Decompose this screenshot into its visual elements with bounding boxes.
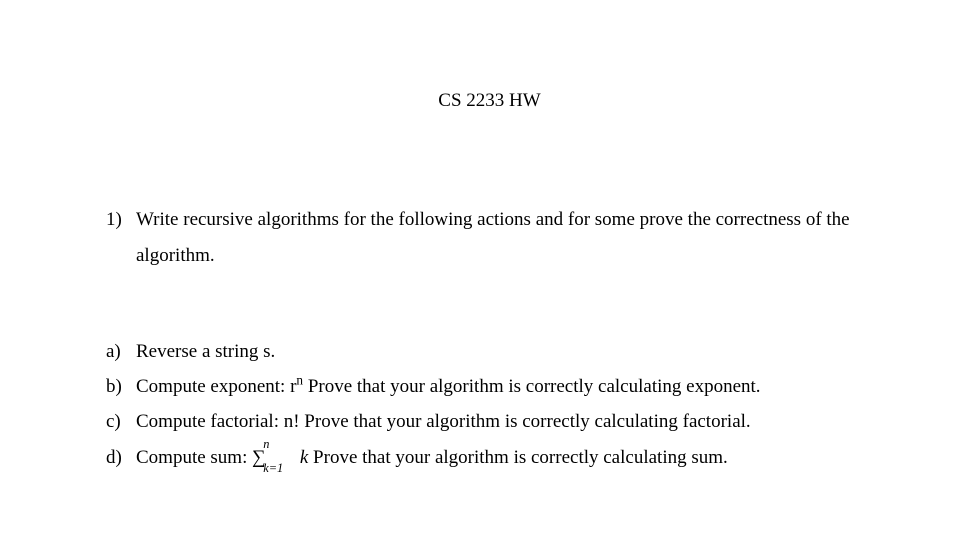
sub-item-b: b) Compute exponent: rn Prove that your … (100, 369, 879, 404)
sub-label: a) (100, 334, 136, 369)
sub-item-c: c) Compute factorial: n! Prove that your… (100, 404, 879, 439)
document-page: CS 2233 HW 1) Write recursive algorithms… (0, 0, 979, 515)
sub-text: Compute sum: ∑nk=1k Prove that your algo… (136, 440, 879, 475)
sub-text-content: Compute factorial: n! Prove that your al… (136, 411, 751, 432)
sub-label: d) (100, 440, 136, 475)
question-block: 1) Write recursive algorithms for the fo… (100, 202, 879, 274)
sub-text-rest: Prove that your algorithm is correctly c… (303, 376, 760, 397)
sub-item-d: d) Compute sum: ∑nk=1k Prove that your a… (100, 440, 879, 475)
sub-text: Reverse a string s. (136, 334, 879, 369)
sigma-lower: k=1 (263, 457, 283, 480)
sigma-upper: n (263, 433, 269, 456)
page-title: CS 2233 HW (100, 90, 879, 112)
sub-text-prefix: Compute sum: (136, 447, 252, 468)
sub-text: Compute exponent: rn Prove that your alg… (136, 369, 879, 404)
sub-label: c) (100, 404, 136, 439)
question-item: 1) Write recursive algorithms for the fo… (100, 202, 879, 274)
sub-text-prefix: Compute exponent: r (136, 376, 296, 397)
sub-text: Compute factorial: n! Prove that your al… (136, 404, 879, 439)
sub-text-content: Reverse a string s. (136, 341, 275, 362)
question-number: 1) (100, 202, 136, 274)
sub-list: a) Reverse a string s. b) Compute expone… (100, 334, 879, 475)
sub-item-a: a) Reverse a string s. (100, 334, 879, 369)
question-text: Write recursive algorithms for the follo… (136, 202, 879, 274)
sub-text-rest: Prove that your algorithm is correctly c… (308, 447, 727, 468)
sigma-expression: ∑nk=1 (252, 440, 266, 475)
sub-label: b) (100, 369, 136, 404)
